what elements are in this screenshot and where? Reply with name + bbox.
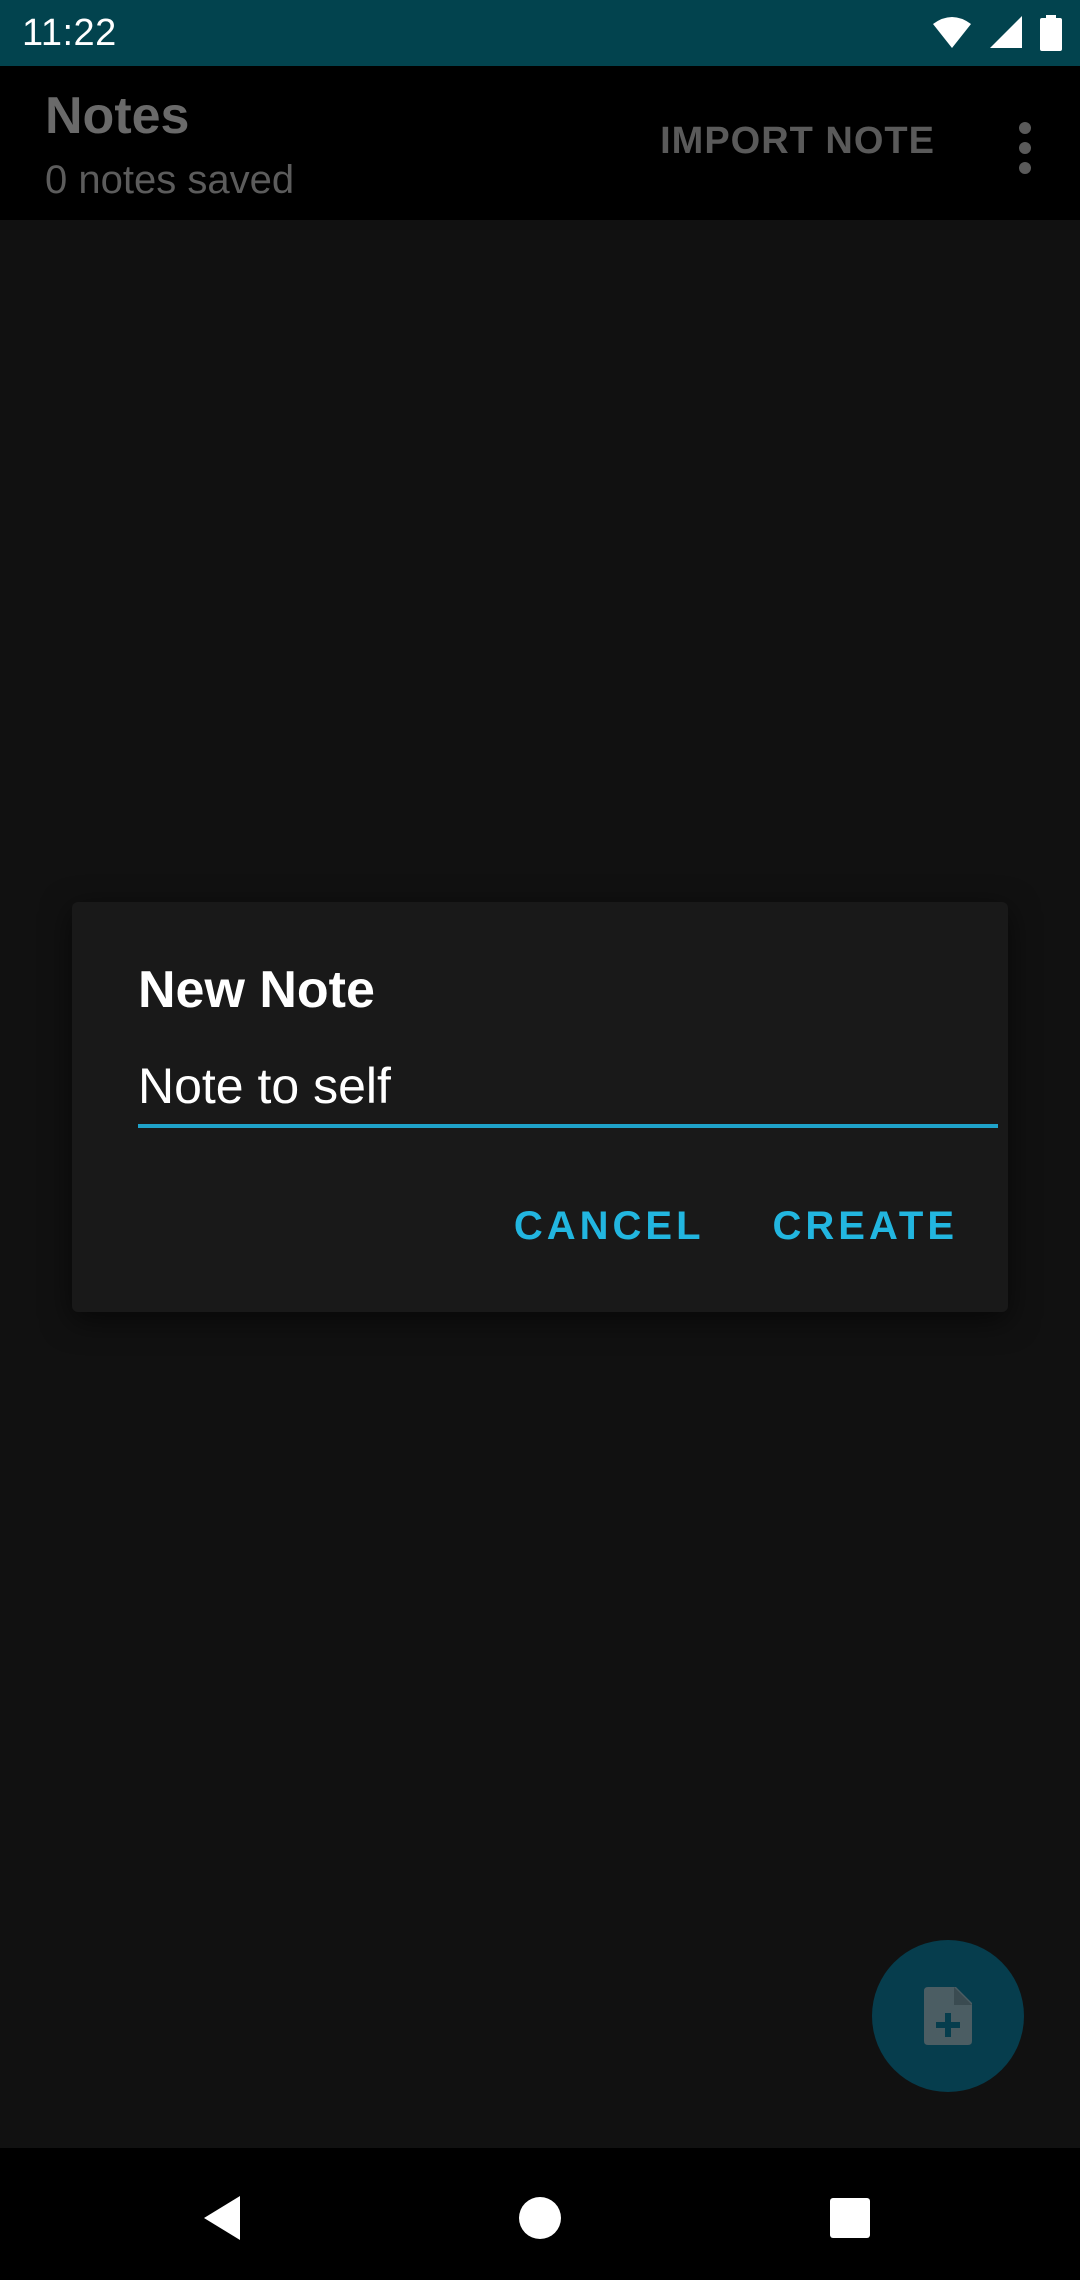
note-add-icon (924, 1987, 972, 2045)
more-vert-icon[interactable] (1010, 118, 1040, 178)
battery-icon (1040, 15, 1062, 51)
back-icon[interactable] (196, 2188, 256, 2248)
notes-count: 0 notes saved (45, 158, 295, 202)
note-name-input[interactable] (138, 1052, 998, 1120)
dialog-actions: CANCEL CREATE (514, 1204, 958, 1249)
recents-icon[interactable] (820, 2188, 880, 2248)
cancel-button[interactable]: CANCEL (514, 1204, 705, 1249)
status-icons (932, 14, 1062, 52)
new-note-dialog: New Note CANCEL CREATE (72, 902, 1008, 1312)
app-title: Notes (45, 87, 190, 145)
wifi-icon (933, 17, 971, 48)
home-icon[interactable] (510, 2188, 570, 2248)
signal-icon (990, 16, 1022, 48)
input-underline (138, 1124, 998, 1128)
app-bar: Notes 0 notes saved IMPORT NOTE (0, 66, 1080, 220)
status-time: 11:22 (22, 12, 117, 54)
dialog-title: New Note (138, 961, 375, 1019)
create-button[interactable]: CREATE (773, 1204, 958, 1249)
status-bar: 11:22 (0, 0, 1080, 66)
navigation-bar (0, 2148, 1080, 2280)
import-note-button[interactable]: IMPORT NOTE (660, 120, 935, 163)
add-note-fab[interactable] (872, 1940, 1024, 2092)
screen: 11:22 Notes 0 notes saved IMPORT NOTE Ne… (0, 0, 1080, 2280)
